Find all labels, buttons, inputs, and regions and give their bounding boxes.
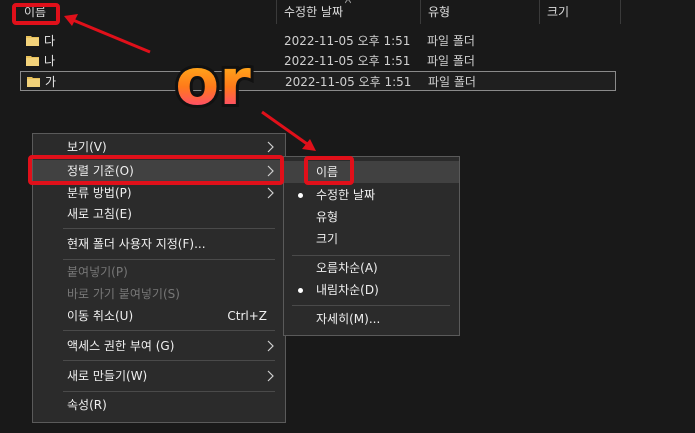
folder-icon <box>26 56 39 66</box>
annotation-box-name-option <box>304 156 354 185</box>
column-header: 이름 수정한 날짜 유형 크기 <box>0 0 695 24</box>
column-divider[interactable] <box>276 0 277 24</box>
sort-option-date[interactable]: 수정한 날짜 <box>284 184 459 206</box>
file-name: 다 <box>44 34 56 48</box>
file-name: 나 <box>44 54 56 68</box>
sort-ascending[interactable]: 오름차순(A) <box>284 257 459 279</box>
menu-item-properties[interactable]: 속성(R) <box>33 394 285 416</box>
file-type: 파일 폴더 <box>427 54 475 68</box>
file-row[interactable]: 나 2022-11-05 오후 1:51 파일 폴더 <box>20 51 616 71</box>
menu-item-customize-folder[interactable]: 현재 폴더 사용자 지정(F)... <box>33 233 285 255</box>
radio-selected-icon <box>298 288 303 293</box>
file-type: 파일 폴더 <box>427 34 475 48</box>
annotation-box-name-column <box>12 3 60 25</box>
menu-item-undo-move[interactable]: 이동 취소(U) Ctrl+Z <box>33 305 285 327</box>
menu-item-group-by[interactable]: 분류 방법(P) <box>33 182 285 204</box>
chevron-right-icon <box>267 141 274 153</box>
file-modified: 2022-11-05 오후 1:51 <box>284 34 411 48</box>
file-modified: 2022-11-05 오후 1:51 <box>285 75 412 89</box>
column-type[interactable]: 유형 <box>428 0 450 24</box>
column-divider[interactable] <box>620 0 621 24</box>
file-row-selected[interactable]: 가 2022-11-05 오후 1:51 파일 폴더 <box>20 71 616 91</box>
menu-separator <box>63 259 275 260</box>
radio-selected-icon <box>298 193 303 198</box>
folder-icon <box>26 36 39 46</box>
sort-more[interactable]: 자세히(M)... <box>284 308 459 330</box>
or-annotation: or <box>172 43 254 123</box>
menu-separator <box>63 330 275 331</box>
menu-separator <box>63 391 275 392</box>
column-size[interactable]: 크기 <box>547 0 569 24</box>
folder-icon <box>27 77 40 87</box>
svg-text:or: or <box>175 46 251 120</box>
file-type: 파일 폴더 <box>428 75 476 89</box>
menu-separator <box>292 255 450 256</box>
file-modified: 2022-11-05 오후 1:51 <box>284 54 411 68</box>
file-row[interactable]: 다 2022-11-05 오후 1:51 파일 폴더 <box>20 31 616 51</box>
chevron-right-icon <box>267 340 274 352</box>
chevron-right-icon <box>267 370 274 382</box>
menu-separator <box>63 360 275 361</box>
column-divider[interactable] <box>539 0 540 24</box>
sort-descending[interactable]: 내림차순(D) <box>284 279 459 301</box>
menu-item-paste-shortcut[interactable]: 바로 가기 붙여넣기(S) <box>33 283 285 305</box>
sort-option-type[interactable]: 유형 <box>284 206 459 228</box>
annotation-box-sort-by <box>28 155 284 185</box>
column-divider[interactable] <box>420 0 421 24</box>
menu-item-refresh[interactable]: 새로 고침(E) <box>33 203 285 225</box>
sort-caret-icon <box>345 0 351 4</box>
menu-item-give-access[interactable]: 액세스 권한 부여 (G) <box>33 335 285 357</box>
menu-item-new[interactable]: 새로 만들기(W) <box>33 365 285 387</box>
menu-item-paste[interactable]: 붙여넣기(P) <box>33 261 285 283</box>
undo-shortcut: Ctrl+Z <box>227 309 267 323</box>
chevron-right-icon <box>267 187 274 199</box>
column-modified[interactable]: 수정한 날짜 <box>284 0 343 24</box>
sort-option-size[interactable]: 크기 <box>284 228 459 250</box>
menu-separator <box>63 228 275 229</box>
menu-separator <box>292 305 450 306</box>
file-name: 가 <box>45 75 57 89</box>
arrowhead <box>302 139 316 151</box>
